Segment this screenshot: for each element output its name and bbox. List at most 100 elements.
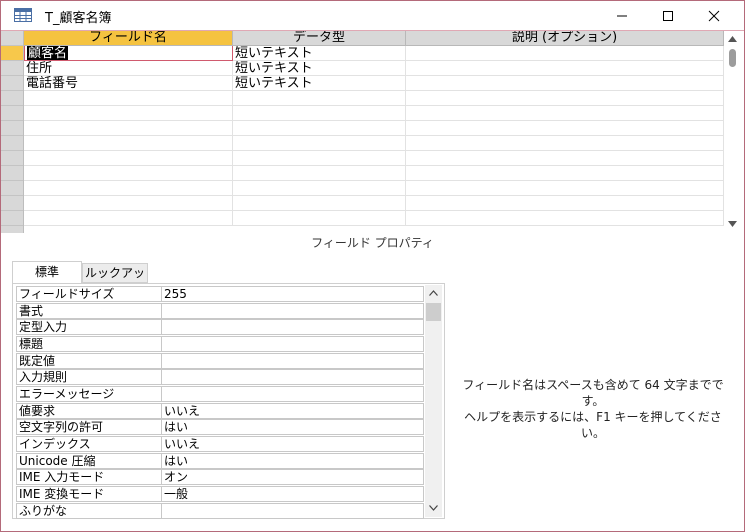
property-value[interactable]	[161, 369, 424, 385]
minimize-button[interactable]	[599, 1, 645, 30]
description-cell[interactable]	[406, 121, 724, 136]
description-cell[interactable]	[406, 151, 724, 166]
field-name-cell[interactable]	[24, 91, 233, 106]
field-name-cell[interactable]: 顧客名	[24, 46, 233, 61]
data-type-cell[interactable]	[233, 91, 406, 106]
row-selector[interactable]	[1, 121, 23, 136]
field-name-cell[interactable]	[24, 136, 233, 151]
data-type-cell[interactable]	[233, 211, 406, 226]
property-value[interactable]	[161, 503, 424, 519]
column-header-description[interactable]: 説明 (オプション)	[406, 31, 724, 46]
data-type-cell[interactable]	[233, 121, 406, 136]
property-value[interactable]: はい	[161, 453, 424, 469]
description-cell[interactable]	[406, 181, 724, 196]
maximize-button[interactable]	[645, 1, 691, 30]
title-bar[interactable]: T_顧客名簿	[1, 1, 744, 30]
property-label[interactable]: フィールドサイズ	[16, 286, 161, 302]
field-name-cell[interactable]	[24, 106, 233, 121]
property-value[interactable]: 一般	[161, 486, 424, 502]
property-label[interactable]: 値要求	[16, 403, 161, 419]
field-name-cell[interactable]	[24, 166, 233, 181]
data-type-cell[interactable]	[233, 166, 406, 181]
chevron-down-icon[interactable]	[429, 505, 438, 511]
property-label[interactable]: IME 入力モード	[16, 469, 161, 485]
data-type-cell[interactable]: 短いテキスト	[233, 46, 406, 61]
description-cell[interactable]	[406, 211, 724, 226]
close-button[interactable]	[691, 1, 737, 30]
property-row: IME 入力モード オン	[16, 469, 424, 486]
row-selector[interactable]	[1, 136, 23, 151]
property-label[interactable]: 書式	[16, 303, 161, 319]
description-cell[interactable]	[406, 196, 724, 211]
property-label[interactable]: 定型入力	[16, 319, 161, 335]
description-cell[interactable]	[406, 106, 724, 121]
row-selector[interactable]	[1, 46, 23, 61]
row-selector[interactable]	[1, 61, 23, 76]
property-row: 入力規則	[16, 369, 424, 386]
scroll-thumb[interactable]	[729, 49, 736, 67]
column-header-field-name[interactable]: フィールド名	[24, 31, 233, 46]
tab-lookup[interactable]: ルックアップ	[82, 263, 148, 299]
row-selector[interactable]	[1, 151, 23, 166]
column-header-data-type[interactable]: データ型	[233, 31, 406, 46]
property-row: 空文字列の許可 はい	[16, 419, 424, 436]
data-type-cell[interactable]	[233, 181, 406, 196]
row-selector[interactable]	[1, 166, 23, 181]
field-name-cell[interactable]	[24, 121, 233, 136]
property-scrollbar[interactable]	[425, 285, 442, 517]
field-name-cell[interactable]: 住所	[24, 61, 233, 76]
corner-selector[interactable]	[1, 31, 23, 46]
chevron-up-icon[interactable]	[429, 290, 438, 296]
description-cell[interactable]	[406, 166, 724, 181]
property-label[interactable]: 空文字列の許可	[16, 419, 161, 435]
description-cell[interactable]	[406, 91, 724, 106]
row-selector[interactable]	[1, 91, 23, 106]
property-value[interactable]: いいえ	[161, 403, 424, 419]
table-row	[24, 211, 724, 226]
description-cell[interactable]	[406, 46, 724, 61]
scroll-up-arrow-icon[interactable]	[728, 36, 737, 42]
scroll-thumb[interactable]	[426, 303, 441, 321]
scroll-down-arrow-icon[interactable]	[728, 221, 737, 227]
property-value[interactable]: はい	[161, 419, 424, 435]
minimize-icon	[617, 15, 627, 17]
field-name-cell[interactable]: 電話番号	[24, 76, 233, 91]
property-label[interactable]: 既定値	[16, 353, 161, 369]
field-name-cell[interactable]	[24, 181, 233, 196]
field-name-cell[interactable]	[24, 196, 233, 211]
property-value[interactable]	[161, 386, 424, 402]
description-cell[interactable]	[406, 61, 724, 76]
field-name-cell[interactable]	[24, 151, 233, 166]
field-name-cell[interactable]	[24, 211, 233, 226]
property-value[interactable]: 255	[161, 286, 424, 302]
property-value[interactable]: オン	[161, 469, 424, 485]
property-row: フィールドサイズ 255	[16, 286, 424, 303]
property-value[interactable]	[161, 353, 424, 369]
property-label[interactable]: IME 変換モード	[16, 486, 161, 502]
property-label[interactable]: 入力規則	[16, 369, 161, 385]
description-cell[interactable]	[406, 76, 724, 91]
data-type-cell[interactable]	[233, 151, 406, 166]
property-label[interactable]: ふりがな	[16, 503, 161, 519]
property-label[interactable]: 標題	[16, 336, 161, 352]
property-label[interactable]: インデックス	[16, 436, 161, 452]
grid-scrollbar[interactable]	[724, 31, 741, 233]
property-value[interactable]	[161, 336, 424, 352]
row-selector[interactable]	[1, 181, 23, 196]
description-cell[interactable]	[406, 136, 724, 151]
property-label[interactable]: Unicode 圧縮	[16, 453, 161, 469]
row-selector[interactable]	[1, 211, 23, 226]
data-type-cell[interactable]	[233, 106, 406, 121]
data-type-cell[interactable]	[233, 136, 406, 151]
property-value[interactable]: いいえ	[161, 436, 424, 452]
row-selector[interactable]	[1, 106, 23, 121]
property-value[interactable]	[161, 319, 424, 335]
data-type-cell[interactable]: 短いテキスト	[233, 61, 406, 76]
row-selector[interactable]	[1, 76, 23, 91]
data-type-cell[interactable]: 短いテキスト	[233, 76, 406, 91]
property-label[interactable]: エラーメッセージ	[16, 386, 161, 402]
property-value[interactable]	[161, 303, 424, 319]
row-selector[interactable]	[1, 196, 23, 211]
tab-general[interactable]: 標準	[12, 261, 82, 283]
data-type-cell[interactable]	[233, 196, 406, 211]
